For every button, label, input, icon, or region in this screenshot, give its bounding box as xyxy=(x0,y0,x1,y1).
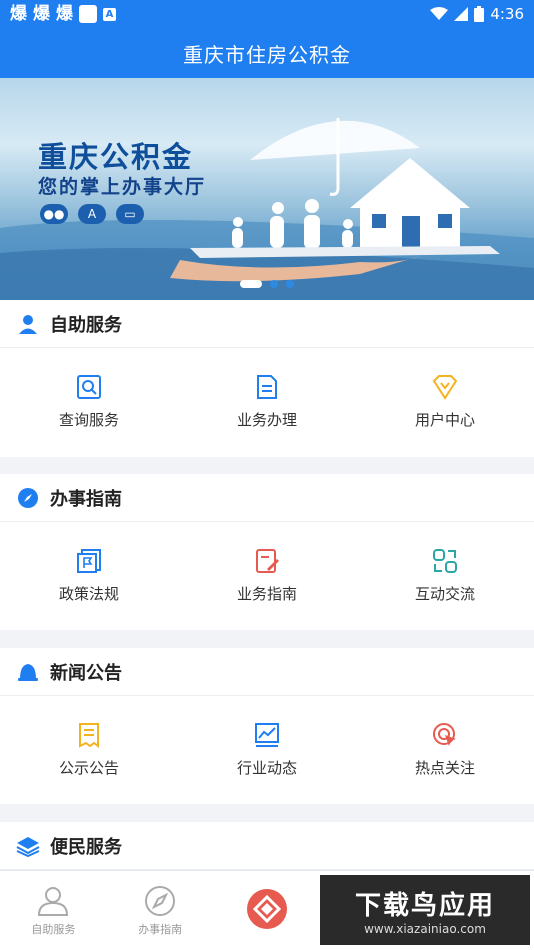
watermark-url: www.xiazainiao.com xyxy=(364,921,486,936)
layers-icon xyxy=(16,834,40,858)
section-title: 便民服务 xyxy=(50,836,122,858)
flag-doc-icon xyxy=(77,549,101,573)
carousel-indicator xyxy=(0,280,534,288)
section-news: 新闻公告 公示公告 行业动态 热点关注 xyxy=(0,648,534,804)
signal-icon xyxy=(454,7,469,21)
nav-home[interactable] xyxy=(214,871,321,950)
menu-item-hot-topics[interactable]: 热点关注 xyxy=(356,696,534,803)
chat-icon xyxy=(433,549,457,573)
section-title: 新闻公告 xyxy=(50,662,122,684)
notification-a-icon: A xyxy=(103,7,116,21)
menu-item-label: 业务办理 xyxy=(236,411,297,429)
section-service-guide: 办事指南 政策法规 业务指南 互动交流 xyxy=(0,474,534,630)
document-icon xyxy=(257,375,277,399)
app-store-icon: A xyxy=(78,204,106,224)
banner-carousel[interactable]: 重庆公积金 您的掌上办事大厅 ●● A ▭ xyxy=(0,78,534,300)
page-title: 重庆市住房公积金 xyxy=(183,42,351,67)
watermark-overlay: 下载鸟应用 www.xiazainiao.com xyxy=(320,875,530,945)
wechat-icon: ●● xyxy=(40,204,68,224)
menu-item-label: 政策法规 xyxy=(58,585,119,603)
notice-icon xyxy=(79,723,99,748)
section-title: 办事指南 xyxy=(50,488,122,510)
section-convenience: 便民服务 xyxy=(0,822,534,870)
bell-icon xyxy=(16,660,40,684)
status-bar: 爆 爆 爆 A 4:36 xyxy=(0,0,534,28)
user-center-icon xyxy=(432,375,458,400)
notification-glyph: 爆 xyxy=(33,3,50,24)
section-self-service: 自助服务 查询服务 业务办理 用户中心 xyxy=(0,300,534,457)
nav-self-service[interactable]: 自助服务 xyxy=(0,871,107,950)
laptop-icon: ▭ xyxy=(116,204,144,224)
menu-item-business-guide[interactable]: 业务指南 xyxy=(178,522,356,629)
menu-item-policies[interactable]: 政策法规 xyxy=(0,522,178,629)
edit-doc-icon xyxy=(256,549,279,573)
menu-item-label: 业务指南 xyxy=(236,585,297,603)
section-title: 自助服务 xyxy=(50,314,122,336)
menu-item-public-notice[interactable]: 公示公告 xyxy=(0,696,178,803)
home-logo-icon xyxy=(246,888,287,929)
menu-item-label: 热点关注 xyxy=(414,759,475,777)
app-header: 重庆市住房公积金 xyxy=(0,28,534,78)
notification-glyph: 爆 xyxy=(10,3,27,24)
person-outline-icon xyxy=(38,886,69,916)
carousel-dot[interactable] xyxy=(286,280,294,288)
banner-subtitle: 您的掌上办事大厅 xyxy=(38,176,207,198)
menu-item-industry-news[interactable]: 行业动态 xyxy=(178,696,356,803)
clock: 4:36 xyxy=(490,5,524,23)
carousel-dot-active[interactable] xyxy=(240,280,262,288)
notification-glyph: 爆 xyxy=(56,3,73,24)
menu-item-interaction[interactable]: 互动交流 xyxy=(356,522,534,629)
menu-item-user-center[interactable]: 用户中心 xyxy=(356,348,534,455)
menu-item-label: 行业动态 xyxy=(236,759,297,777)
search-icon xyxy=(77,375,101,399)
notification-square-icon xyxy=(79,5,97,23)
watermark-title: 下载鸟应用 xyxy=(354,890,495,921)
banner-title: 重庆公积金 xyxy=(38,140,194,174)
compass-icon xyxy=(16,486,40,510)
menu-item-label: 公示公告 xyxy=(58,759,119,777)
carousel-dot[interactable] xyxy=(270,280,278,288)
person-icon xyxy=(16,312,40,336)
trend-icon xyxy=(255,723,279,747)
nav-service-guide[interactable]: 办事指南 xyxy=(107,871,214,950)
nav-label: 自助服务 xyxy=(31,922,76,936)
nav-label: 办事指南 xyxy=(138,922,183,936)
wifi-icon xyxy=(430,7,449,20)
target-icon xyxy=(433,723,456,746)
menu-item-label: 互动交流 xyxy=(414,585,475,603)
menu-item-business-handling[interactable]: 业务办理 xyxy=(178,348,356,455)
battery-icon xyxy=(474,6,485,22)
menu-item-label: 查询服务 xyxy=(58,411,119,429)
menu-item-query-service[interactable]: 查询服务 xyxy=(0,348,178,455)
menu-item-label: 用户中心 xyxy=(414,411,475,429)
compass-outline-icon xyxy=(145,885,176,916)
